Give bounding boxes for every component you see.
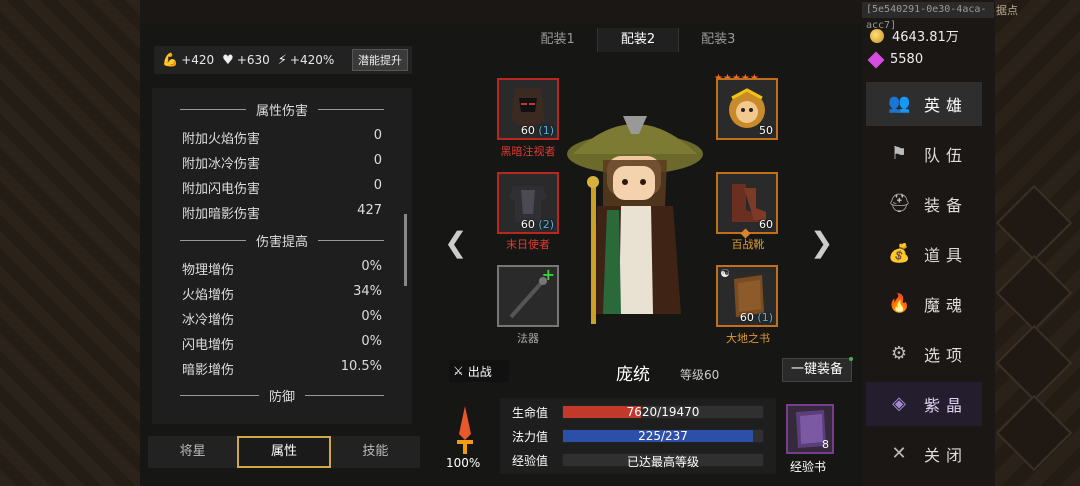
gear-icon: ⚙: [890, 343, 908, 364]
side-diamond-button-3[interactable]: [995, 324, 1073, 402]
menu-equipment[interactable]: ⛑ 装备: [866, 182, 982, 226]
menu-heroes[interactable]: 👥 英雄: [866, 82, 982, 126]
stat-row: 冰冷增伤 0%: [182, 309, 382, 328]
stat-row: 暗影增伤 10.5%: [182, 359, 382, 378]
flame-icon: 🔥: [888, 293, 911, 314]
stats-list[interactable]: 属性伤害 附加火焰伤害 0 附加冰冷伤害 0 附加闪电伤害 0 附加暗影伤害 427 伤…: [152, 88, 412, 424]
equip-name: 法器: [517, 332, 539, 345]
power-percent: 100%: [446, 456, 481, 470]
stats-scrollbar[interactable]: [404, 214, 407, 286]
menu-soul[interactable]: 🔥 魔魂: [866, 282, 982, 326]
exp-book-item[interactable]: 8: [786, 404, 834, 454]
tab-skills[interactable]: 技能: [331, 436, 420, 468]
stat-row: 附加冰冷伤害 0: [182, 153, 382, 172]
background-right: [995, 0, 1080, 486]
hp-label: 生命值: [512, 406, 549, 420]
topbar-extra: 据点: [996, 4, 1018, 17]
stat-row: 附加闪电伤害 0: [182, 178, 382, 197]
stat-summary-bar: 💪 +420 ♥ +630 ⚡ +420% 潜能提升: [154, 46, 412, 74]
tab-loadout-2[interactable]: 配装2: [598, 28, 679, 52]
equip-name: 百战靴: [731, 238, 765, 251]
side-diamond-button-4[interactable]: [995, 394, 1073, 472]
section-header: 防御: [170, 386, 394, 405]
menu-options[interactable]: ⚙ 选项: [866, 332, 982, 376]
tab-loadout-3[interactable]: 配装3: [679, 28, 758, 52]
yin-yang-icon: ☯: [720, 267, 730, 280]
tab-generals[interactable]: 将星: [148, 436, 237, 468]
stat-row: 物理增伤 0%: [182, 259, 382, 278]
menu-close[interactable]: ✕ 关闭: [866, 432, 982, 476]
strength-stat: 💪 +420: [162, 52, 215, 68]
flag-icon: ⚑: [890, 143, 908, 164]
loadout-tabs: 配装1 配装2 配装3: [518, 28, 758, 52]
next-hero-arrow[interactable]: ❯: [810, 226, 833, 259]
section-header: 属性伤害: [170, 100, 394, 119]
gold-coin-icon: [870, 28, 884, 43]
exp-label: 经验值: [512, 454, 549, 468]
potential-boost-button[interactable]: 潜能提升: [352, 49, 408, 71]
muscle-icon: 💪: [162, 52, 179, 68]
section-header: 伤害提高: [170, 231, 394, 250]
equip-name: 末日使者: [506, 238, 550, 251]
lightning-icon: ⚡: [277, 52, 287, 68]
crossed-swords-icon: ⚔: [453, 364, 464, 378]
stat-row: 闪电增伤 0%: [182, 334, 382, 353]
equip-slot-boots[interactable]: 60: [716, 172, 778, 234]
hero-portrait: [567, 116, 703, 324]
exp-bar: 已达最高等级: [562, 453, 764, 469]
vitals-panel: 生命值 7620/19470 法力值 225/237 经验值 已达最高等级: [500, 398, 776, 474]
add-icon: +: [541, 265, 555, 284]
gem-display: 5580: [867, 51, 923, 68]
tab-loadout-1[interactable]: 配装1: [518, 28, 599, 52]
gold-display: 4643.81万: [870, 26, 959, 45]
mp-bar: 225/237: [562, 429, 764, 443]
hero-level: 等级60: [680, 368, 720, 382]
helmet-icon: ⛑: [888, 193, 911, 214]
crystal-icon: ◈: [892, 393, 906, 414]
prev-hero-arrow[interactable]: ❮: [444, 226, 467, 259]
heart-icon: ♥: [222, 52, 234, 68]
hero-name: 庞统: [616, 365, 650, 385]
equip-all-button[interactable]: 一键装备: [782, 357, 853, 382]
side-diamond-button-1[interactable]: [995, 184, 1073, 262]
exp-book-label: 经验书: [790, 460, 827, 474]
equip-slot-pet[interactable]: 50: [716, 78, 778, 140]
session-id: [5e540291-0e30-4aca-acc7]: [862, 2, 994, 31]
deploy-button[interactable]: ⚔ 出战: [449, 360, 509, 382]
mp-label: 法力值: [512, 430, 549, 444]
equip-slot-helmet[interactable]: 60 (1): [497, 78, 559, 140]
hp-value: 7620/19470: [626, 405, 700, 419]
tab-attributes[interactable]: 属性: [237, 436, 331, 468]
hp-bar: 7620/19470: [562, 405, 764, 419]
menu-amethyst[interactable]: ◈ 紫晶: [866, 382, 982, 426]
equip-name: 大地之书: [726, 332, 770, 345]
bottom-tabs: 将星 属性 技能: [148, 436, 420, 468]
flame-sword-icon: [457, 406, 473, 454]
menu-items[interactable]: 💰 道具: [866, 232, 982, 276]
stat-row: 附加火焰伤害 0: [182, 128, 382, 147]
speed-stat: ⚡ +420%: [277, 52, 335, 68]
mp-value: 225/237: [638, 429, 688, 443]
equip-slot-artifact[interactable]: +: [497, 265, 559, 327]
equip-name: 黑暗注视者: [500, 145, 556, 158]
menu-team[interactable]: ⚑ 队伍: [866, 132, 982, 176]
health-stat: ♥ +630: [222, 52, 270, 68]
close-icon: ✕: [891, 443, 907, 464]
equip-slot-book[interactable]: ☯ 60 (1): [716, 265, 778, 327]
background-left: [0, 0, 140, 486]
equip-slot-armor[interactable]: 60 (2): [497, 172, 559, 234]
bag-icon: 💰: [888, 243, 911, 264]
heroes-icon: 👥: [888, 93, 911, 114]
gem-icon: [867, 51, 885, 68]
stat-row: 附加暗影伤害 427: [182, 203, 382, 222]
stat-row: 火焰增伤 34%: [182, 284, 382, 303]
side-diamond-button-2[interactable]: [995, 254, 1073, 332]
exp-value: 已达最高等级: [626, 455, 699, 469]
